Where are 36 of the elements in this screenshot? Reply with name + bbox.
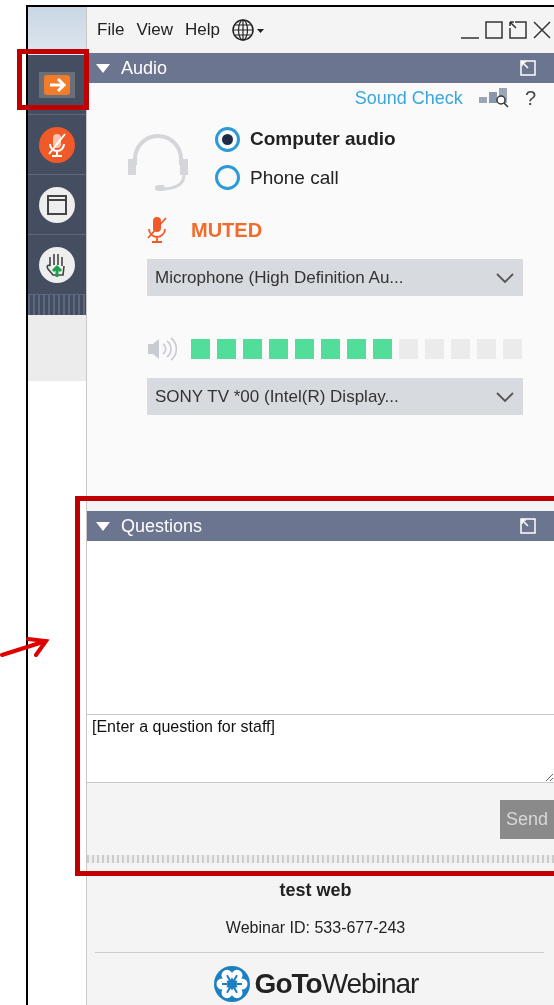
muted-microphone-icon [145, 216, 169, 244]
radio-option[interactable]: Computer audio [215, 125, 396, 154]
audio-panel-header[interactable]: Audio [87, 53, 554, 83]
menu-item[interactable]: File [97, 17, 125, 43]
question-input-field[interactable]: [Enter a question for staff] [87, 715, 554, 783]
logo-text: GoToWebinar [254, 967, 419, 1001]
close-icon[interactable] [532, 20, 552, 40]
raised-hand-icon[interactable] [38, 245, 76, 284]
speaker-icon [147, 336, 177, 362]
annotation-frame [17, 49, 89, 110]
pop-out-icon[interactable] [508, 20, 528, 40]
radio-button[interactable] [215, 165, 240, 191]
panel-title: Questions [121, 514, 203, 538]
collapse-triangle-icon[interactable] [95, 61, 111, 75]
radio-button[interactable] [215, 126, 240, 152]
audio-meter-search-icon[interactable] [478, 88, 509, 108]
speaker-dropdown[interactable]: SONY TV *00 (Intel(R) Display... [147, 378, 523, 415]
help-icon[interactable]: ? [524, 83, 536, 113]
menu-item[interactable]: Help [184, 17, 220, 43]
collapse-triangle-icon[interactable] [95, 519, 111, 533]
pop-out-icon[interactable] [518, 517, 536, 535]
pop-out-icon[interactable] [518, 59, 536, 77]
menu-item[interactable]: View [136, 17, 173, 43]
radio-option[interactable]: Phone call [215, 163, 396, 192]
language-menu[interactable] [231, 19, 265, 41]
mute-status: MUTED [191, 218, 263, 243]
window-icon[interactable] [38, 185, 76, 224]
globe-icon [231, 19, 265, 41]
annotation-arrow [0, 637, 50, 659]
questions-panel-header[interactable]: Questions [87, 511, 554, 541]
panel-title: Audio [121, 56, 168, 80]
maximize-icon[interactable] [484, 20, 504, 40]
microphone-dropdown[interactable]: Microphone (High Definition Au... [147, 259, 523, 296]
muted-microphone-icon[interactable] [38, 125, 76, 164]
webinar-id: Webinar ID: 533-677-243 [225, 918, 406, 938]
webinar-title: test web [279, 879, 352, 902]
